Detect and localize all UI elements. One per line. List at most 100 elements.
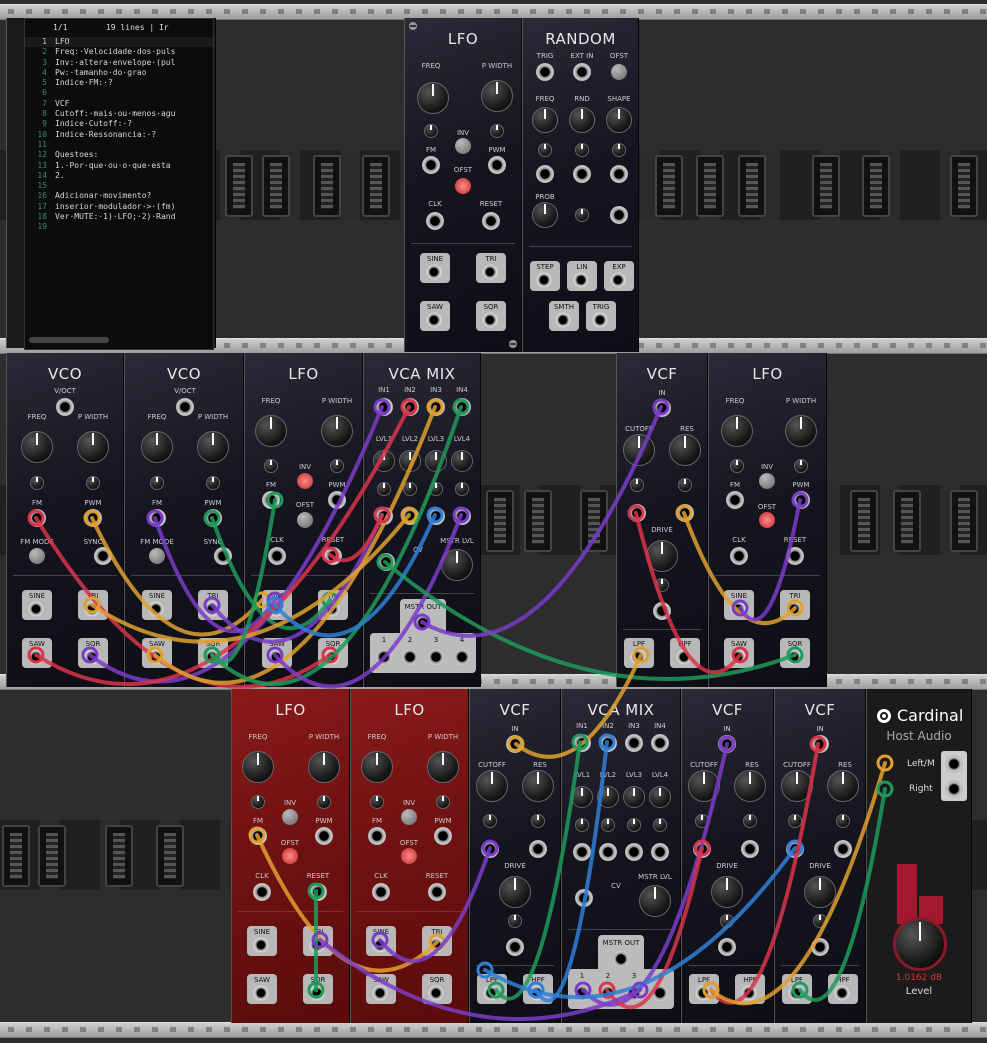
fm-atten-knob[interactable] [424, 124, 438, 138]
mstrlvl-knob[interactable] [441, 549, 473, 581]
editor-line[interactable]: 14 2. [25, 171, 213, 181]
cutoff-cv-jack[interactable] [481, 840, 499, 858]
ofst-button[interactable] [611, 64, 627, 80]
sqr-output[interactable]: SQR [303, 974, 333, 1004]
fm-atten-knob[interactable] [264, 459, 278, 473]
clk-jack[interactable] [372, 883, 390, 901]
lvl2-knob[interactable] [399, 450, 421, 472]
editor-line[interactable]: 5 Indice·FM:·? [25, 78, 213, 88]
cv2-knob[interactable] [403, 482, 417, 496]
freq-knob[interactable] [21, 431, 53, 463]
pwm-atten-knob[interactable] [317, 795, 331, 809]
lvl4-knob[interactable] [649, 786, 671, 808]
freq-cv-knob[interactable] [538, 143, 552, 157]
clk-jack[interactable] [426, 212, 444, 230]
saw-output[interactable]: SAW [262, 638, 292, 668]
drive-cv-jack[interactable] [506, 938, 524, 956]
cv1-jack[interactable] [573, 843, 591, 861]
sync-jack[interactable] [214, 547, 232, 565]
cutoff-knob[interactable] [623, 434, 655, 466]
drive-knob[interactable] [804, 876, 836, 908]
pwm-jack[interactable] [434, 827, 452, 845]
editor-line[interactable]: 17 inserior·modulador·>·(fm) [25, 202, 213, 212]
pwm-jack[interactable] [84, 509, 102, 527]
drive-cv-knob[interactable] [720, 914, 734, 928]
editor-line[interactable]: 4 Pw:·tamanho·do·grao [25, 68, 213, 78]
cv-jack[interactable] [575, 889, 593, 907]
freq-knob[interactable] [361, 751, 393, 783]
in-jack[interactable] [653, 399, 671, 417]
hpf-output[interactable]: HPF [735, 974, 765, 1004]
ofst-button[interactable] [455, 178, 471, 194]
res-knob[interactable] [734, 770, 766, 802]
level-knob[interactable] [893, 917, 947, 971]
in4-jack[interactable] [651, 734, 669, 752]
pwm-atten-knob[interactable] [86, 476, 100, 490]
cv2-jack[interactable] [401, 507, 419, 525]
lvl2-knob[interactable] [597, 786, 619, 808]
pwm-jack[interactable] [204, 509, 222, 527]
hpf-output[interactable]: HPF [523, 974, 553, 1004]
sine-output[interactable]: SINE [724, 590, 754, 620]
res-knob[interactable] [669, 434, 701, 466]
out4-jack[interactable] [651, 984, 669, 1002]
cv1-jack[interactable] [375, 507, 393, 525]
saw-output[interactable]: SAW [142, 638, 172, 668]
cutoff-cv-knob[interactable] [695, 814, 709, 828]
editor-line[interactable]: 1 LFO [25, 37, 213, 48]
in-jack[interactable] [811, 735, 829, 753]
drive-knob[interactable] [711, 876, 743, 908]
drive-cv-knob[interactable] [655, 578, 669, 592]
cutoff-cv-jack[interactable] [786, 840, 804, 858]
out3-jack[interactable] [625, 984, 643, 1002]
ofst-button[interactable] [297, 512, 313, 528]
pwm-atten-knob[interactable] [206, 476, 220, 490]
shape-knob[interactable] [606, 107, 632, 133]
tri-output[interactable]: TRI [303, 926, 333, 956]
cutoff-cv-jack[interactable] [628, 504, 646, 522]
pwm-atten-knob[interactable] [330, 459, 344, 473]
res-cv-knob[interactable] [678, 478, 692, 492]
lvl3-knob[interactable] [425, 450, 447, 472]
fm-jack[interactable] [262, 491, 280, 509]
pwm-jack[interactable] [792, 491, 810, 509]
lvl3-knob[interactable] [623, 786, 645, 808]
sync-jack[interactable] [94, 547, 112, 565]
editor-line[interactable]: 12 Questoes: [25, 150, 213, 160]
right-jack[interactable] [945, 780, 963, 798]
cv4-jack[interactable] [651, 843, 669, 861]
sine-output[interactable]: SINE [262, 590, 292, 620]
pwm-atten-knob[interactable] [794, 459, 808, 473]
tri-output[interactable]: TRI [780, 590, 810, 620]
prob-cv-jack[interactable] [610, 206, 628, 224]
voct-jack[interactable] [56, 398, 74, 416]
tri-output[interactable]: TRI [476, 253, 506, 283]
in1-jack[interactable] [573, 734, 591, 752]
in-jack[interactable] [718, 735, 736, 753]
prob-knob[interactable] [532, 202, 558, 228]
saw-output[interactable]: SAW [420, 301, 450, 331]
mstrlvl-knob[interactable] [639, 885, 671, 917]
editor-lines[interactable]: 1 LFO 2 Freq:·Velocidade·dos·puls 3 Inv:·alte… [25, 37, 213, 233]
fm-jack[interactable] [726, 491, 744, 509]
fm-atten-knob[interactable] [251, 795, 265, 809]
saw-output[interactable]: SAW [724, 638, 754, 668]
fm-jack[interactable] [148, 509, 166, 527]
inv-button[interactable] [297, 473, 313, 489]
clk-jack[interactable] [253, 883, 271, 901]
drive-knob[interactable] [646, 540, 678, 572]
freq-cv-jack[interactable] [536, 165, 554, 183]
drive-cv-jack[interactable] [718, 938, 736, 956]
sine-output[interactable]: SINE [420, 253, 450, 283]
sqr-output[interactable]: SQR [422, 974, 452, 1004]
saw-output[interactable]: SAW [247, 974, 277, 1004]
out2-jack[interactable] [599, 984, 617, 1002]
ofst-button[interactable] [759, 512, 775, 528]
tri-output[interactable]: TRI [198, 590, 228, 620]
out3-jack[interactable] [427, 648, 445, 666]
pwm-jack[interactable] [488, 156, 506, 174]
freq-knob[interactable] [721, 415, 753, 447]
cv3-knob[interactable] [627, 818, 641, 832]
clk-jack[interactable] [730, 547, 748, 565]
left-jack[interactable] [945, 755, 963, 773]
